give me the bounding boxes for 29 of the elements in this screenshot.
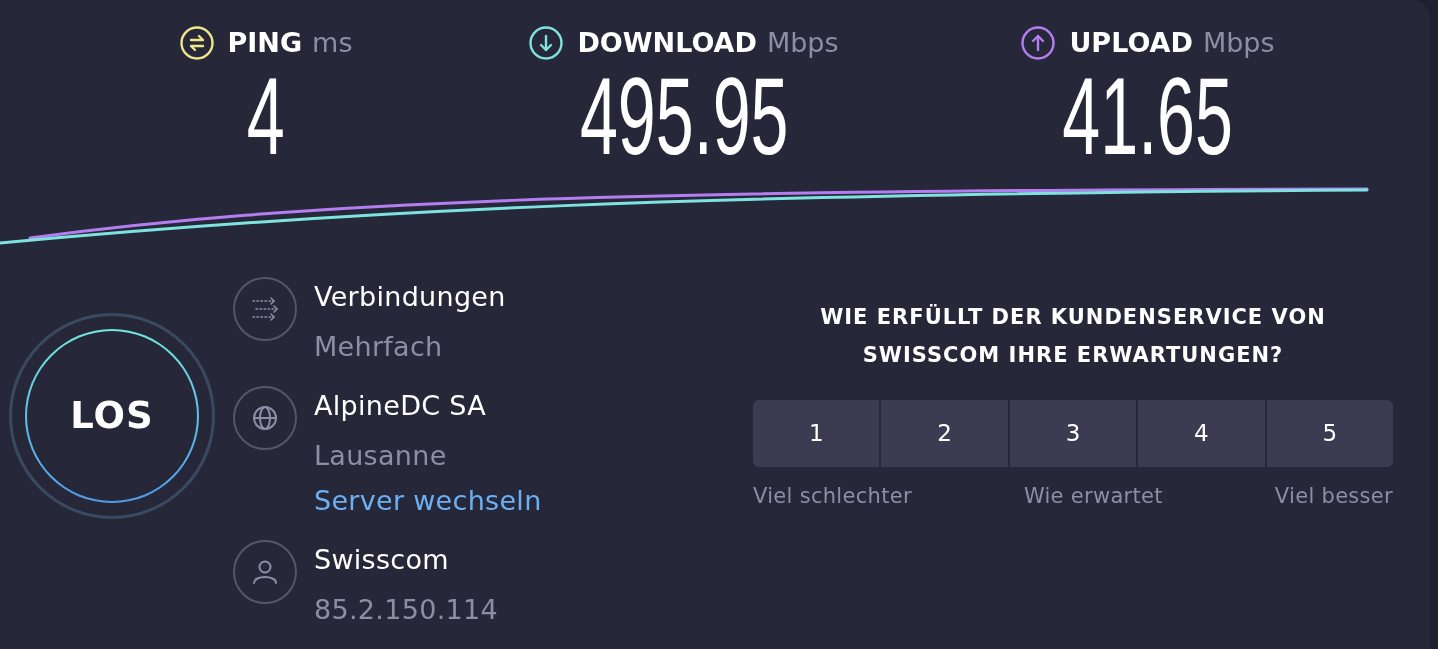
scale-label: Wie erwartet — [1023, 483, 1163, 510]
metric-unit: Mbps — [1202, 26, 1275, 60]
scale-label: Viel besser — [1274, 483, 1393, 510]
metric-label: UPLOAD — [1069, 26, 1193, 60]
person-icon — [233, 540, 297, 604]
info-title: Verbindungen — [314, 280, 506, 314]
info-subtitle: Mehrfach — [314, 330, 443, 364]
change-server-link[interactable]: Server wechseln — [314, 481, 542, 521]
rating-option[interactable]: 5 — [1266, 400, 1394, 467]
metric-value: 41.65 — [1062, 61, 1234, 171]
info-subtitle: 85.2.150.114 — [314, 593, 498, 627]
info-title: AlpineDC SA — [314, 389, 486, 423]
metric-label: DOWNLOAD — [577, 26, 757, 60]
dashed-arrows-icon — [233, 277, 297, 341]
info-subtitle: Lausanne — [314, 439, 447, 473]
rating-option[interactable]: 4 — [1138, 400, 1265, 467]
survey-question: WIE ERFÜLLT DER KUNDENSERVICE VON SWISSCOM IHRE ERWARTUNGEN? — [819, 303, 1327, 369]
rating-option[interactable]: 1 — [753, 400, 880, 467]
scale-label: Viel schlechter — [753, 483, 912, 510]
info-title: Swisscom — [314, 543, 449, 577]
start-button[interactable]: LOS — [9, 313, 215, 519]
metric-value: 495.95 — [579, 61, 789, 171]
metric-unit: ms — [312, 26, 353, 60]
rating-option[interactable]: 3 — [1009, 400, 1137, 467]
rating-option[interactable]: 2 — [881, 400, 1008, 467]
metric-label: PING — [227, 26, 303, 60]
metric-value: 4 — [247, 61, 285, 171]
globe-icon — [233, 386, 297, 450]
metric-unit: Mbps — [766, 26, 839, 60]
